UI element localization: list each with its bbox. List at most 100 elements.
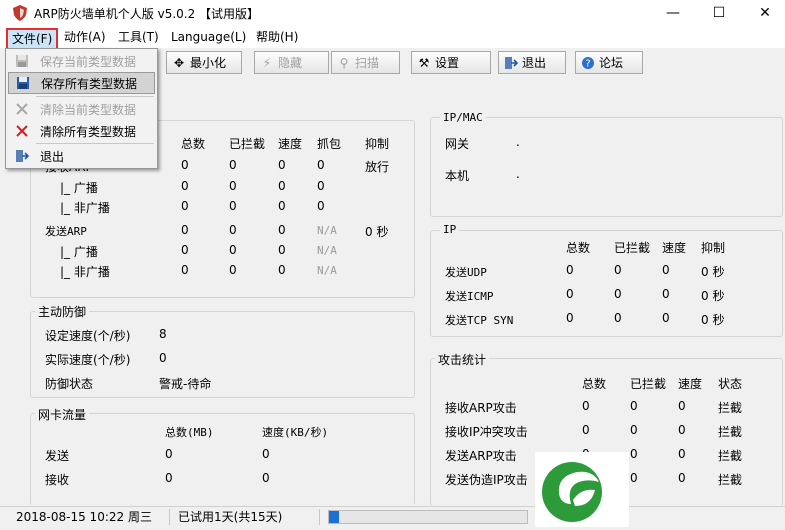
- ip-cell: 0: [614, 287, 622, 301]
- close-window-button[interactable]: ✕: [742, 0, 785, 26]
- ip-cell: 0: [566, 287, 574, 301]
- ip-row-label: 发送TCP SYN: [445, 314, 514, 327]
- attack-row-label: 发送ARP攻击: [445, 449, 517, 463]
- traffic-cell: 0: [165, 471, 173, 485]
- arp-cell: 0: [181, 243, 189, 257]
- exit-door-icon: [10, 149, 34, 163]
- attack-cell: 0: [630, 423, 638, 437]
- attack-cell: 0: [630, 471, 638, 485]
- window-title: ARP防火墙单机个人版 v5.0.2 【试用版】: [34, 7, 260, 21]
- ip-title: IP: [440, 223, 460, 236]
- traffic-header-total: 总数(MB): [165, 426, 214, 439]
- lightning-icon: ⚡: [262, 55, 272, 70]
- actual-speed-label: 实际速度(个/秒): [45, 353, 131, 367]
- menu-bar: 文件(F) 动作(A) 工具(T) Language(L) 帮助(H): [0, 26, 785, 50]
- maximize-window-button[interactable]: ☐: [696, 0, 742, 26]
- attack-cell: 0: [630, 399, 638, 413]
- arp-cell: 0: [229, 223, 237, 237]
- gateway-label: 网关: [445, 137, 470, 151]
- leaf-logo-icon: [542, 462, 602, 522]
- menu-item-exit[interactable]: 退出: [8, 145, 155, 167]
- arp-cell: 放行: [365, 160, 390, 174]
- attack-cell: 拦截: [718, 449, 743, 463]
- watermark-logo: [535, 452, 629, 527]
- minimize-button[interactable]: ✥ 最小化: [166, 51, 242, 74]
- arp-cell: N/A: [317, 264, 337, 277]
- arp-header-blocked: 已拦截: [229, 137, 266, 151]
- arp-cell: 0: [181, 199, 189, 213]
- arp-cell: 0: [181, 263, 189, 277]
- arp-row-label: |_ 广播: [60, 181, 98, 195]
- ip-cell: 0: [566, 311, 574, 325]
- menu-item-clear-all[interactable]: 清除所有类型数据: [8, 120, 155, 142]
- arp-header-total: 总数: [181, 137, 206, 151]
- menu-action[interactable]: 动作(A): [60, 26, 110, 48]
- menu-separator: [36, 143, 154, 144]
- arp-row-label: |_ 非广播: [60, 201, 110, 215]
- gateway-value: .: [516, 135, 520, 149]
- arp-cell: 0: [317, 158, 325, 172]
- arp-header-suppress: 抑制: [365, 137, 390, 151]
- ip-header-total: 总数: [566, 241, 591, 255]
- set-speed-label: 设定速度(个/秒): [45, 329, 131, 343]
- local-label: 本机: [445, 169, 470, 183]
- traffic-cell: 0: [165, 447, 173, 461]
- ipmac-panel: [430, 117, 783, 217]
- menu-tools[interactable]: 工具(T): [114, 26, 163, 48]
- title-bar: ARP防火墙单机个人版 v5.0.2 【试用版】 — ☐ ✕: [0, 0, 785, 26]
- status-bar: 2018-08-15 10:22 周三 已试用1天(共15天): [0, 506, 785, 528]
- scan-button[interactable]: ⚲ 扫描: [331, 51, 400, 74]
- arp-cell: 0: [229, 243, 237, 257]
- ip-cell: 0: [566, 263, 574, 277]
- ip-cell: 0: [662, 263, 670, 277]
- magnifier-icon: ⚲: [339, 55, 349, 70]
- ip-cell: 0: [662, 311, 670, 325]
- arp-row-label: 发送ARP: [45, 225, 87, 238]
- settings-button[interactable]: ⚒ 设置: [411, 51, 491, 74]
- menu-item-clear-current[interactable]: 清除当前类型数据: [8, 98, 155, 120]
- arp-cell: 0: [278, 199, 286, 213]
- minimize-icon: —: [666, 5, 680, 21]
- floppy-icon: [10, 54, 34, 68]
- arp-cell: 0: [229, 179, 237, 193]
- menu-item-save-current[interactable]: 保存当前类型数据: [8, 50, 155, 72]
- ip-cell: 0: [614, 311, 622, 325]
- arp-cell: 0: [181, 158, 189, 172]
- ip-header-suppress: 抑制: [701, 241, 726, 255]
- attack-cell: 拦截: [718, 425, 743, 439]
- traffic-cell: 0: [262, 471, 270, 485]
- arp-cell: 0: [278, 223, 286, 237]
- menu-item-save-all[interactable]: 保存所有类型数据: [8, 72, 155, 94]
- arp-cell: 0: [278, 243, 286, 257]
- ip-cell: 0 秒: [701, 289, 725, 303]
- arp-cell: 0: [278, 158, 286, 172]
- minimize-window-button[interactable]: —: [650, 0, 696, 26]
- menu-language[interactable]: Language(L): [167, 26, 250, 48]
- local-value: .: [516, 167, 520, 181]
- progress-fill: [329, 511, 339, 523]
- traffic-row-label: 发送: [45, 449, 70, 463]
- settings-tools-icon: ⚒: [418, 55, 430, 70]
- arp-cell: 0: [181, 179, 189, 193]
- defense-title: 主动防御: [35, 303, 90, 320]
- attack-header-status: 状态: [718, 377, 743, 391]
- arp-cell: N/A: [317, 224, 337, 237]
- traffic-row-label: 接收: [45, 473, 70, 487]
- ip-cell: 0: [614, 263, 622, 277]
- menu-help[interactable]: 帮助(H): [252, 26, 302, 48]
- attack-cell: 0: [678, 399, 686, 413]
- arp-row-label: |_ 广播: [60, 245, 98, 259]
- menu-file[interactable]: 文件(F): [6, 28, 59, 50]
- hide-button[interactable]: ⚡ 隐藏: [254, 51, 329, 74]
- defense-state-value: 警戒-待命: [159, 377, 212, 391]
- forum-button[interactable]: ? 论坛: [575, 51, 643, 74]
- exit-button[interactable]: 退出: [498, 51, 566, 74]
- set-speed-value: 8: [159, 327, 167, 341]
- traffic-panel: [30, 413, 415, 505]
- help-circle-icon: ?: [580, 55, 596, 71]
- arp-cell: 0: [229, 158, 237, 172]
- defense-state-label: 防御状态: [45, 377, 94, 391]
- clear-x-icon: [10, 103, 34, 115]
- ip-cell: 0 秒: [701, 265, 725, 279]
- ip-cell: 0: [662, 287, 670, 301]
